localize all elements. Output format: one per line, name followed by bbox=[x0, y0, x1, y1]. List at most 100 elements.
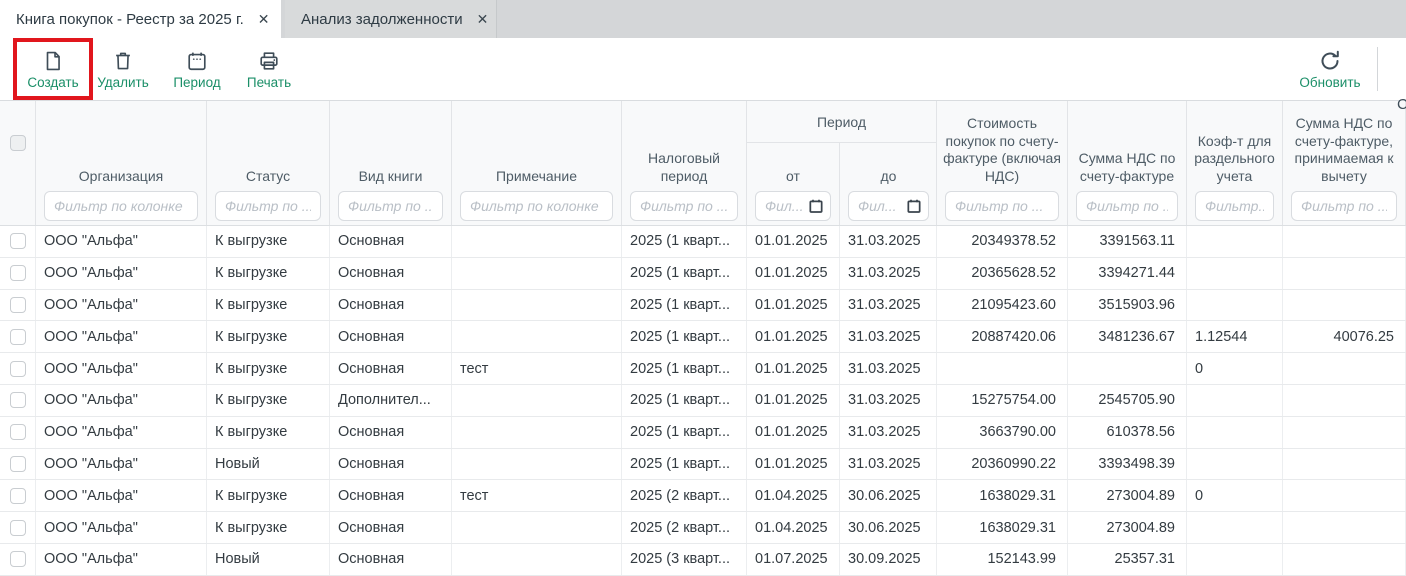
cell-book-type[interactable]: Основная bbox=[330, 480, 452, 511]
cell-date-to[interactable]: 30.06.2025 bbox=[840, 480, 937, 511]
column-header-cost[interactable]: Стоимость покупок по счету-фактуре (вклю… bbox=[937, 101, 1068, 225]
row-checkbox[interactable] bbox=[10, 297, 26, 313]
cell-date-to[interactable]: 31.03.2025 bbox=[840, 321, 937, 352]
cell-book-type[interactable]: Основная bbox=[330, 544, 452, 575]
cell-cost[interactable]: 20365628.52 bbox=[937, 258, 1068, 289]
cell-status[interactable]: К выгрузке bbox=[207, 258, 330, 289]
cell-status[interactable]: Новый bbox=[207, 544, 330, 575]
cell-status[interactable]: К выгрузке bbox=[207, 290, 330, 321]
filter-input-date-to[interactable] bbox=[858, 198, 906, 214]
cell-date-from[interactable]: 01.01.2025 bbox=[747, 226, 840, 257]
cell-vat[interactable]: 273004.89 bbox=[1068, 480, 1187, 511]
cell-vat-deduct[interactable] bbox=[1283, 512, 1406, 543]
cell-tax-period[interactable]: 2025 (1 кварт... bbox=[622, 226, 747, 257]
cell-date-from[interactable]: 01.01.2025 bbox=[747, 449, 840, 480]
table-row[interactable]: ООО "Альфа"К выгрузкеОсновная2025 (1 ква… bbox=[0, 258, 1406, 290]
calendar-icon[interactable] bbox=[906, 198, 922, 214]
cell-date-to[interactable]: 31.03.2025 bbox=[840, 258, 937, 289]
cell-note[interactable] bbox=[452, 449, 622, 480]
table-row[interactable]: ООО "Альфа"К выгрузкеОсновная2025 (2 ква… bbox=[0, 512, 1406, 544]
cell-coef[interactable] bbox=[1187, 449, 1283, 480]
cell-org[interactable]: ООО "Альфа" bbox=[36, 258, 207, 289]
cell-coef[interactable] bbox=[1187, 544, 1283, 575]
row-checkbox[interactable] bbox=[10, 392, 26, 408]
cell-coef[interactable] bbox=[1187, 512, 1283, 543]
cell-note[interactable] bbox=[452, 226, 622, 257]
cell-date-from[interactable]: 01.04.2025 bbox=[747, 512, 840, 543]
column-header-org[interactable]: Организация bbox=[36, 101, 207, 225]
cell-vat[interactable]: 273004.89 bbox=[1068, 512, 1187, 543]
column-header-book-type[interactable]: Вид книги bbox=[330, 101, 452, 225]
cell-vat-deduct[interactable] bbox=[1283, 449, 1406, 480]
row-checkbox[interactable] bbox=[10, 456, 26, 472]
filter-input-date-from[interactable] bbox=[765, 198, 808, 214]
tab-close-icon[interactable]: ✕ bbox=[477, 12, 489, 26]
row-checkbox[interactable] bbox=[10, 424, 26, 440]
cell-status[interactable]: К выгрузке bbox=[207, 353, 330, 384]
cell-org[interactable]: ООО "Альфа" bbox=[36, 353, 207, 384]
cell-date-to[interactable]: 31.03.2025 bbox=[840, 417, 937, 448]
cell-cost[interactable]: 20360990.22 bbox=[937, 449, 1068, 480]
cell-tax-period[interactable]: 2025 (2 кварт... bbox=[622, 512, 747, 543]
cell-note[interactable] bbox=[452, 512, 622, 543]
cell-vat[interactable]: 25357.31 bbox=[1068, 544, 1187, 575]
cell-note[interactable] bbox=[452, 544, 622, 575]
column-header-date-from[interactable]: от bbox=[747, 143, 840, 225]
cell-org[interactable]: ООО "Альфа" bbox=[36, 480, 207, 511]
cell-status[interactable]: К выгрузке bbox=[207, 512, 330, 543]
cell-vat[interactable]: 3393498.39 bbox=[1068, 449, 1187, 480]
delete-button[interactable]: Удалить bbox=[86, 38, 160, 100]
cell-coef[interactable] bbox=[1187, 258, 1283, 289]
table-row[interactable]: ООО "Альфа"К выгрузкеДополнител...2025 (… bbox=[0, 385, 1406, 417]
row-checkbox[interactable] bbox=[10, 329, 26, 345]
filter-input-vat-deduct[interactable] bbox=[1291, 191, 1397, 221]
cell-date-from[interactable]: 01.01.2025 bbox=[747, 258, 840, 289]
cell-org[interactable]: ООО "Альфа" bbox=[36, 321, 207, 352]
cell-book-type[interactable]: Основная bbox=[330, 449, 452, 480]
cell-vat[interactable]: 3481236.67 bbox=[1068, 321, 1187, 352]
column-header-tax-period[interactable]: Налоговый период bbox=[622, 101, 747, 225]
tab-purchase-book[interactable]: Книга покупок - Реестр за 2025 г. ✕ bbox=[0, 0, 281, 38]
print-button[interactable]: Печать bbox=[234, 38, 304, 100]
cell-note[interactable] bbox=[452, 385, 622, 416]
cell-cost[interactable]: 21095423.60 bbox=[937, 290, 1068, 321]
cell-book-type[interactable]: Основная bbox=[330, 353, 452, 384]
cell-cost[interactable]: 20349378.52 bbox=[937, 226, 1068, 257]
cell-status[interactable]: К выгрузке bbox=[207, 226, 330, 257]
row-checkbox[interactable] bbox=[10, 233, 26, 249]
cell-note[interactable] bbox=[452, 290, 622, 321]
cell-book-type[interactable]: Основная bbox=[330, 321, 452, 352]
filter-input-vat[interactable] bbox=[1076, 191, 1178, 221]
tab-debt-analysis[interactable]: Анализ задолженности ✕ bbox=[285, 0, 497, 38]
cell-vat-deduct[interactable] bbox=[1283, 480, 1406, 511]
cell-book-type[interactable]: Дополнител... bbox=[330, 385, 452, 416]
table-row[interactable]: ООО "Альфа"К выгрузкеОсновная 2025 (1 ква… bbox=[0, 321, 1406, 353]
table-row[interactable]: ООО "Альфа"К выгрузкеОсновнаятест2025 (2… bbox=[0, 480, 1406, 512]
cell-status[interactable]: К выгрузке bbox=[207, 480, 330, 511]
table-row[interactable]: ООО "Альфа"К выгрузкеОсновная2025 (1 ква… bbox=[0, 290, 1406, 322]
cell-vat-deduct[interactable] bbox=[1283, 385, 1406, 416]
cell-tax-period[interactable]: 2025 (1 кварт... bbox=[622, 321, 747, 352]
cell-vat[interactable]: 2545705.90 bbox=[1068, 385, 1187, 416]
table-row[interactable]: ООО "Альфа"НовыйОсновная2025 (3 кварт...… bbox=[0, 544, 1406, 576]
cell-cost[interactable]: 1638029.31 bbox=[937, 480, 1068, 511]
row-checkbox[interactable] bbox=[10, 520, 26, 536]
cell-vat[interactable]: 3394271.44 bbox=[1068, 258, 1187, 289]
cell-status[interactable]: К выгрузке bbox=[207, 321, 330, 352]
cell-date-from[interactable]: 01.01.2025 bbox=[747, 353, 840, 384]
cell-tax-period[interactable]: 2025 (1 кварт... bbox=[622, 353, 747, 384]
filter-input-coef[interactable] bbox=[1195, 191, 1274, 221]
filter-input-org[interactable] bbox=[44, 191, 198, 221]
cell-date-to[interactable]: 31.03.2025 bbox=[840, 353, 937, 384]
filter-input-cost[interactable] bbox=[945, 191, 1059, 221]
cell-org[interactable]: ООО "Альфа" bbox=[36, 449, 207, 480]
cell-tax-period[interactable]: 2025 (1 кварт... bbox=[622, 449, 747, 480]
cell-org[interactable]: ООО "Альфа" bbox=[36, 512, 207, 543]
cell-status[interactable]: Новый bbox=[207, 449, 330, 480]
cell-coef[interactable] bbox=[1187, 226, 1283, 257]
cell-tax-period[interactable]: 2025 (1 кварт... bbox=[622, 385, 747, 416]
cell-cost[interactable]: 152143.99 bbox=[937, 544, 1068, 575]
cell-vat[interactable]: 3391563.11 bbox=[1068, 226, 1187, 257]
cell-date-to[interactable]: 31.03.2025 bbox=[840, 385, 937, 416]
cell-coef[interactable]: 0 bbox=[1187, 353, 1283, 384]
